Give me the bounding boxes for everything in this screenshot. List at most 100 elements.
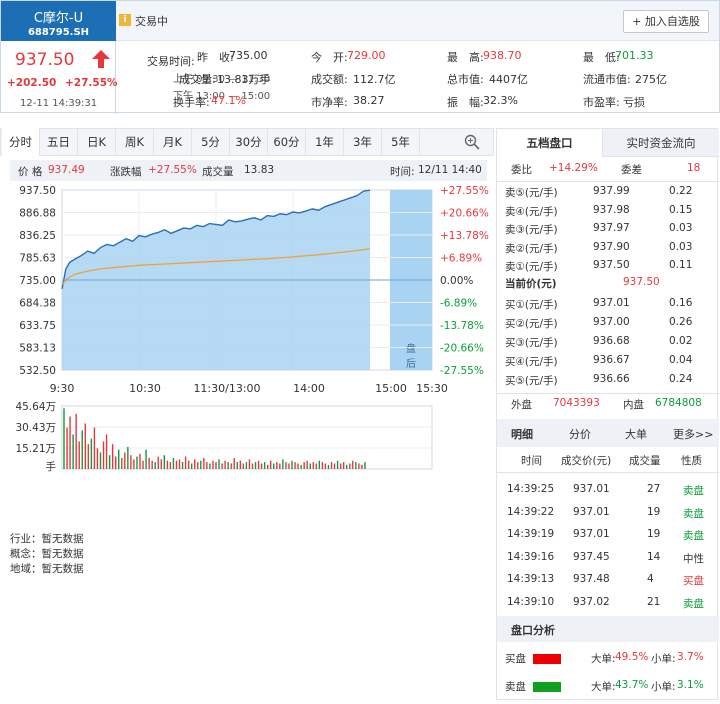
tab-3year[interactable]: 3年	[344, 128, 382, 156]
up-arrow-icon	[92, 50, 110, 68]
volume-tick-label: 45.64万	[15, 401, 56, 413]
volume-tick-label: 手	[46, 460, 57, 473]
tab-price-dist[interactable]: 分价	[569, 426, 591, 442]
tab-5day[interactable]: 五日	[40, 128, 78, 156]
y-pct-label: -13.78%	[440, 320, 484, 332]
total-mv-value: 4407亿	[489, 73, 528, 86]
volume-tick-label: 30.43万	[15, 422, 56, 434]
tab-fund-flow[interactable]: 实时资金流向	[603, 129, 719, 157]
amplitude-value: 32.3%	[483, 94, 518, 107]
pb-label: 市净率:	[311, 96, 348, 109]
tab-daily-k[interactable]: 日K	[78, 128, 116, 156]
info-time-label: 时间:	[390, 166, 415, 178]
tab-more[interactable]: 更多>>	[673, 426, 713, 442]
amplitude-label: 振 幅:	[447, 96, 484, 109]
analysis-title: 盘口分析	[511, 624, 555, 637]
x-tick-label: 15:30	[416, 382, 448, 395]
volume-tick-label: 15.21万	[15, 443, 56, 455]
y-tick-label: 836.25	[19, 230, 56, 242]
price-change-pct: +27.55%	[65, 77, 118, 89]
chart-info-bar: 价 格 937.49 涨跌幅 +27.55% 成交量 13.83 时间: 12/…	[10, 160, 487, 181]
sell-order-row: 卖③(元/手) 937.97 0.03	[505, 222, 693, 236]
high-value: 938.70	[483, 49, 522, 62]
info-vol: 13.83	[244, 164, 275, 176]
price-change: +202.50	[7, 77, 57, 89]
tab-60min[interactable]: 60分	[268, 128, 306, 156]
outer-inner-row: 外盘 7043393 内盘 6784808	[511, 397, 702, 411]
detail-tabs: 明细 分价 大单 更多>>	[497, 419, 719, 447]
info-time: 12/11 14:40	[418, 164, 482, 176]
y-pct-label: -6.89%	[440, 298, 477, 310]
trade-row: 14:39:13 937.48 4 买盘	[507, 573, 704, 587]
y-pct-label: -20.66%	[440, 343, 484, 355]
trade-time-label: 交易时间:	[147, 55, 195, 68]
analysis-header: 盘口分析	[497, 616, 719, 642]
y-tick-label: 937.50	[19, 185, 56, 197]
tab-big-order[interactable]: 大单	[625, 426, 647, 442]
total-mv-label: 总市值:	[447, 73, 484, 86]
current-price-row: 当前价(元) 937.50	[505, 276, 660, 290]
stock-title-box: C摩尔-U 688795.SH	[1, 1, 116, 41]
pe-value: 亏损	[623, 96, 645, 109]
y-tick-label: 684.38	[19, 298, 56, 310]
tab-5year[interactable]: 5年	[382, 128, 420, 156]
pe-label: 市盈率:	[583, 96, 620, 109]
order-ratio-row: 委比 +14.29% 委差 18	[511, 162, 701, 176]
industry-row: 行业：暂无数据	[10, 533, 84, 545]
float-mv-label: 流通市值:	[583, 73, 631, 86]
open-label: 今 开:	[311, 51, 348, 64]
float-mv-value: 275亿	[635, 73, 667, 86]
sell-order-row: 卖②(元/手) 937.90 0.03	[505, 240, 693, 255]
tab-5min[interactable]: 5分	[192, 128, 230, 156]
y-pct-label: -27.55%	[440, 365, 484, 377]
tab-monthly-k[interactable]: 月K	[154, 128, 192, 156]
low-value: 701.33	[615, 49, 654, 62]
sell-order-row: 卖⑤(元/手) 937.99 0.22	[505, 185, 693, 199]
trade-row: 14:39:16 937.45 14 中性	[507, 550, 704, 565]
tab-intraday[interactable]: 分时	[2, 128, 40, 156]
tab-weekly-k[interactable]: 周K	[116, 128, 154, 156]
y-pct-label: 0.00%	[440, 275, 473, 287]
y-tick-label: 735.00	[19, 275, 56, 287]
info-price: 937.49	[48, 164, 85, 176]
buy-order-row: 买③(元/手) 936.68 0.02	[505, 335, 693, 349]
tab-1year[interactable]: 1年	[306, 128, 344, 156]
right-panel: 五档盘口 实时资金流向 委比 +14.29% 委差 18 卖⑤(元/手) 937.…	[496, 128, 719, 700]
current-price: 937.50	[15, 50, 75, 70]
y-pct-label: +27.55%	[440, 185, 489, 197]
amount-value: 112.7亿	[353, 73, 396, 86]
zoom-in-icon[interactable]	[464, 134, 480, 150]
status-bar: i 交易中 + 加入自选股	[116, 1, 719, 41]
concept-row: 概念：暂无数据	[10, 548, 84, 560]
x-tick-label: 15:00	[375, 382, 407, 395]
info-chg-label: 涨跌幅	[110, 166, 142, 178]
buy-order-row: 买⑤(元/手) 936.66 0.24	[505, 373, 693, 387]
info-icon: i	[119, 14, 131, 26]
sell-order-row: 卖④(元/手) 937.98 0.15	[505, 203, 693, 218]
price-area: 937.50 +202.50 +27.55% 12-11 14:39:31	[1, 41, 118, 114]
y-pct-label: +20.66%	[440, 208, 489, 220]
intraday-chart[interactable]: 盘后 937.50 +27.55% 886.88 +20.66% 836.25 +13.78…	[0, 180, 494, 475]
volume-value: 13.83万手	[217, 73, 271, 86]
buy-analysis-row: 买盘 大单: 49.5% 小单: 3.7%	[505, 651, 704, 665]
tab-order-book[interactable]: 五档盘口	[497, 129, 603, 157]
amount-label: 成交额:	[311, 73, 348, 86]
trade-row: 14:39:25 937.01 27 卖盘	[507, 483, 704, 497]
y-tick-label: 532.50	[19, 365, 56, 377]
tab-30min[interactable]: 30分	[230, 128, 268, 156]
y-tick-label: 633.75	[19, 320, 56, 332]
turnover-label: 换手率:	[173, 96, 210, 109]
tab-detail[interactable]: 明细	[511, 426, 533, 442]
x-tick-label: 14:00	[293, 382, 325, 395]
y-pct-label: +13.78%	[440, 230, 489, 242]
quote-header: C摩尔-U 688795.SH 937.50 +202.50 +27.55% 1…	[0, 0, 720, 114]
y-tick-label: 886.88	[19, 208, 56, 220]
trading-status: 交易中	[135, 15, 168, 28]
trade-row: 14:39:10 937.02 21 卖盘	[507, 595, 704, 610]
y-tick-label: 785.63	[19, 253, 56, 265]
quote-timestamp: 12-11 14:39:31	[20, 98, 98, 109]
add-watchlist-button[interactable]: + 加入自选股	[623, 10, 709, 33]
x-tick-label: 10:30	[129, 382, 161, 395]
info-price-label: 价 格	[18, 166, 43, 178]
region-row: 地域：暂无数据	[10, 563, 84, 575]
